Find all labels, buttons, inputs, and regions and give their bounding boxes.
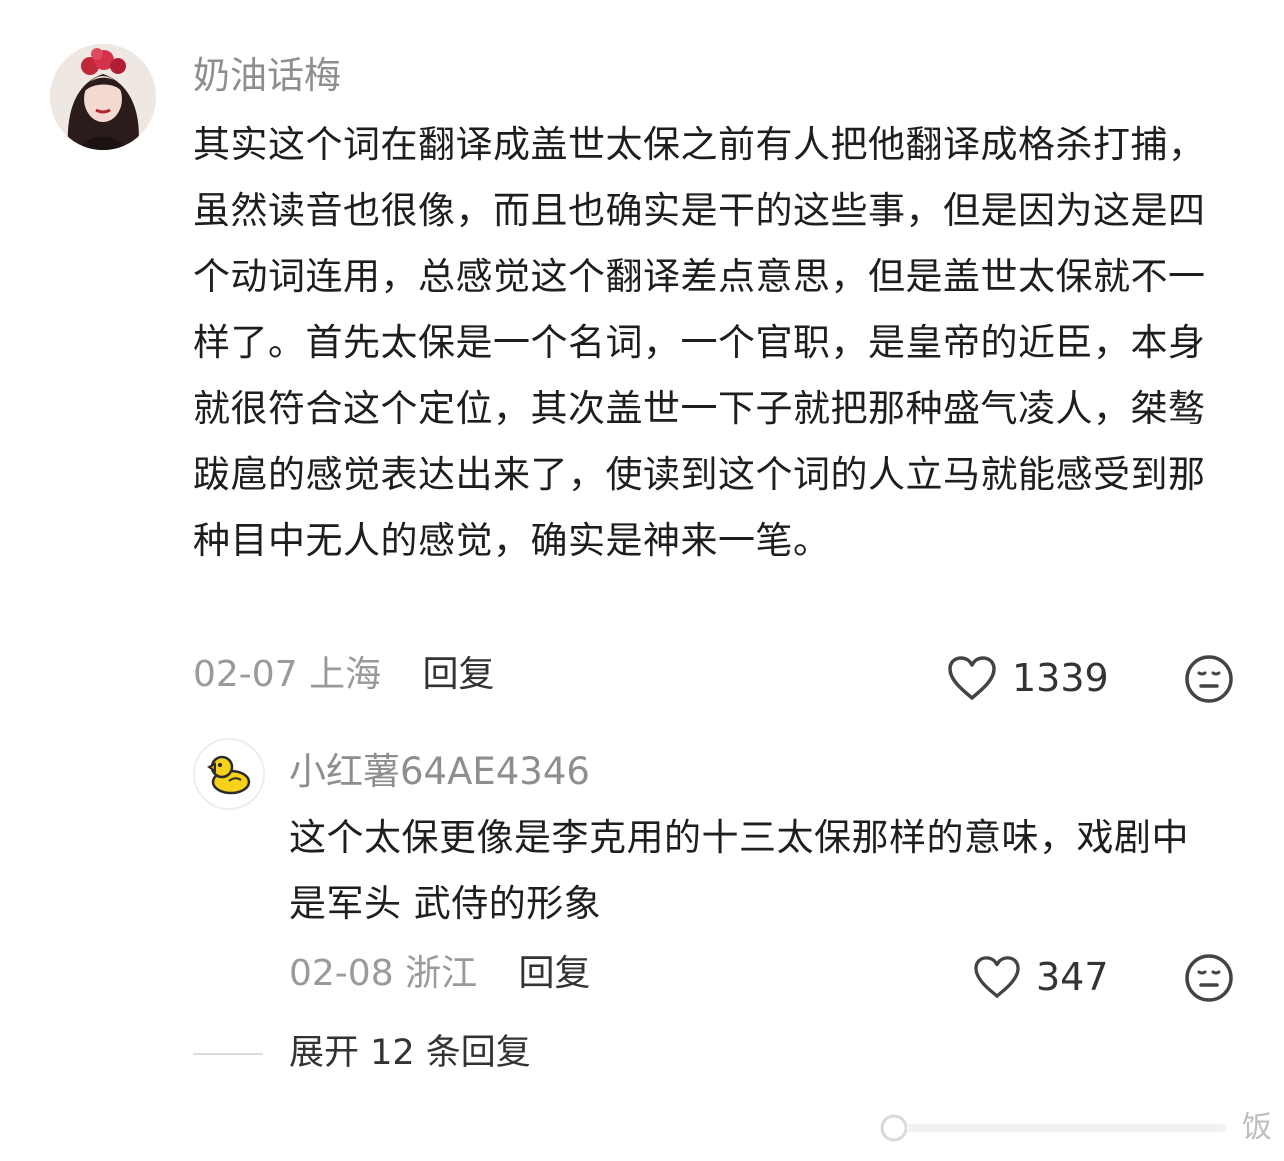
reply-reply-button[interactable]: 回复 [519,953,591,994]
comment-date: 02-07 [193,654,298,695]
like-button[interactable]: 1339 [946,655,1109,701]
reply-avatar[interactable] [193,738,265,810]
neutral-face-icon[interactable] [1184,953,1234,1003]
reply-like-button[interactable]: 347 [972,955,1109,999]
comment-username[interactable]: 奶油话梅 [193,57,341,94]
yellow-duck-icon [207,755,251,795]
neutral-face-icon[interactable] [1184,654,1234,704]
heart-outline-icon [974,956,1020,998]
expand-replies-label: 展开 12 条回复 [289,1033,531,1073]
reply-location: 浙江 [405,953,478,994]
reply-date: 02-08 [289,953,394,994]
reply-button[interactable]: 回复 [423,654,495,695]
reply-username[interactable]: 小红薯64AE4346 [289,753,590,790]
avatar[interactable] [50,44,156,150]
comment-text: 其实这个词在翻译成盖世太保之前有人把他翻译成格杀打捕，虽然读音也很像，而且也确实… [193,123,1206,562]
heart-outline-icon [948,656,996,700]
avatar-photo [50,44,156,150]
comment-location: 上海 [309,654,382,695]
comment-meta: 02-07 上海 回复 [193,657,495,693]
reply-meta: 02-08 浙江 回复 [289,956,591,992]
watermark-logo-icon [880,1114,1226,1142]
watermark: 饭 [876,1110,1272,1146]
like-count: 1339 [1012,656,1109,700]
expand-replies-button[interactable]: 展开 12 条回复 [193,1036,531,1071]
reply-like-count: 347 [1036,955,1109,999]
watermark-text: 饭 [1242,1110,1272,1145]
reply-text: 这个太保更像是李克用的十三太保那样的意味，戏剧中是军头 武侍的形象 [289,816,1189,925]
expand-divider [193,1052,263,1055]
